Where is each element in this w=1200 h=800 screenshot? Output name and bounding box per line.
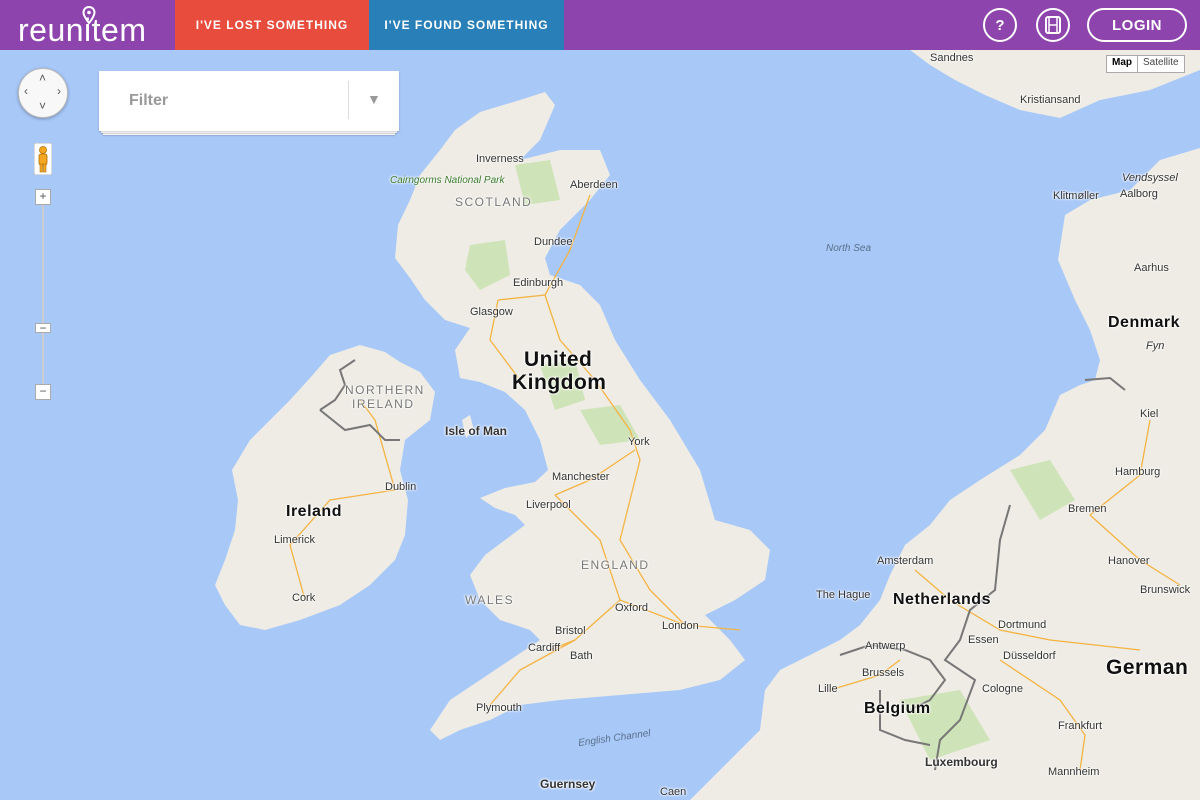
map-label-york: York [628, 436, 650, 448]
map-label-dortmund: Dortmund [998, 619, 1047, 631]
map-type-switcher: Map Satellite [1106, 55, 1185, 73]
map-label-london: London [662, 620, 699, 632]
map-label-cologne: Cologne [982, 683, 1023, 695]
map-label-the-hague: The Hague [816, 589, 871, 601]
map-label-fyn: Fyn [1146, 340, 1165, 352]
map-label-cairngorms: Cairngorms National Park [390, 175, 505, 186]
map-label-hanover: Hanover [1108, 555, 1150, 567]
map-label-mannheim: Mannheim [1048, 766, 1100, 778]
map-label-essen: Essen [968, 634, 999, 646]
map-label-antwerp: Antwerp [865, 640, 906, 652]
map-label-glasgow: Glasgow [470, 306, 513, 318]
zoom-in-button[interactable]: + [35, 189, 51, 205]
map-label-dundee: Dundee [534, 236, 573, 248]
map-type-map-button[interactable]: Map [1107, 56, 1137, 72]
help-button[interactable]: ? [983, 8, 1017, 42]
map-label-aarhus: Aarhus [1134, 262, 1169, 274]
map-label-england: ENGLAND [581, 558, 650, 572]
map-label-netherlands: Netherlands [893, 591, 991, 608]
zoom-out-button[interactable]: − [35, 384, 51, 400]
zoom-slider-handle[interactable]: − [35, 322, 51, 334]
pan-up-icon[interactable]: ˄ [39, 71, 46, 85]
map-label-ireland-ni: IRELAND [352, 397, 415, 411]
filter-divider [348, 81, 349, 119]
pan-left-icon[interactable]: ‹ [24, 84, 28, 98]
map-pan-control[interactable]: ˄ ˅ ‹ › [18, 68, 68, 118]
map-label-dublin: Dublin [385, 481, 417, 493]
map-label-wales: WALES [465, 593, 515, 607]
map-label-scotland: SCOTLAND [455, 195, 533, 209]
dropdown-arrow-icon[interactable]: ▼ [367, 91, 381, 107]
nav-lost-something[interactable]: I'VE LOST SOMETHING [175, 0, 369, 50]
map-label-liverpool: Liverpool [526, 499, 571, 511]
zoom-slider-track[interactable] [42, 196, 44, 392]
map-label-oxford: Oxford [615, 602, 649, 614]
map-label-klitmoller: Klitmøller [1053, 190, 1099, 202]
help-label: ? [995, 16, 1005, 34]
map-label-luxembourg: Luxembourg [925, 755, 998, 769]
map-label-ireland: Ireland [286, 503, 342, 520]
map-canvas[interactable]: Sandnes Kristiansand Vendsyssel Klitmøll… [0, 50, 1200, 800]
map-label-brunswick: Brunswick [1140, 584, 1191, 596]
map-label-bristol: Bristol [555, 625, 586, 637]
video-button[interactable] [1036, 8, 1070, 42]
map-label-plymouth: Plymouth [476, 702, 522, 714]
map-label-brussels: Brussels [862, 667, 905, 679]
map-label-limerick: Limerick [274, 534, 315, 546]
map-label-belgium: Belgium [864, 700, 931, 717]
map-label-aalborg: Aalborg [1120, 188, 1158, 200]
pan-down-icon[interactable]: ˅ [39, 99, 46, 113]
map-label-denmark: Denmark [1108, 314, 1180, 331]
map-label-amsterdam: Amsterdam [877, 555, 934, 567]
map-label-isle-of-man: Isle of Man [445, 424, 508, 438]
map-label-germany: German [1106, 656, 1189, 679]
map-label-kristiansand: Kristiansand [1020, 94, 1081, 106]
map-label-bath: Bath [570, 650, 593, 662]
top-navigation-bar: reunitem I'VE LOST SOMETHING I'VE FOUND … [0, 0, 1200, 50]
pan-right-icon[interactable]: › [57, 84, 61, 98]
map-label-northern: NORTHERN [345, 383, 425, 397]
filter-dropdown[interactable]: Filter ▼ [99, 71, 399, 131]
map-label-dusseldorf: Düsseldorf [1003, 650, 1056, 662]
map-label-hamburg: Hamburg [1115, 466, 1161, 478]
map-label-caen: Caen [660, 786, 687, 798]
map-label-inverness: Inverness [476, 153, 524, 165]
pegman-icon[interactable] [34, 143, 52, 175]
map-label-kiel: Kiel [1140, 408, 1159, 420]
location-pin-icon [82, 6, 96, 24]
map-label-cardiff: Cardiff [528, 642, 561, 654]
map-label-north-sea: North Sea [826, 243, 872, 254]
map-type-satellite-button[interactable]: Satellite [1137, 56, 1184, 72]
map-label-frankfurt: Frankfurt [1058, 720, 1103, 732]
map-label-bremen: Bremen [1068, 503, 1107, 515]
map-label-lille: Lille [818, 683, 838, 695]
map-label-edinburgh: Edinburgh [513, 277, 564, 289]
map-label-kingdom: Kingdom [512, 371, 607, 394]
filter-label: Filter [129, 92, 169, 109]
map-label-cork: Cork [292, 592, 316, 604]
map-label-aberdeen: Aberdeen [570, 179, 618, 191]
map-label-vendsyssel: Vendsyssel [1122, 172, 1178, 184]
nav-found-something[interactable]: I'VE FOUND SOMETHING [369, 0, 564, 50]
map-label-guernsey: Guernsey [540, 777, 596, 791]
map-label-sandnes: Sandnes [930, 52, 974, 64]
film-icon [1045, 16, 1061, 34]
login-button[interactable]: LOGIN [1087, 8, 1187, 42]
map-label-united: United [524, 348, 593, 371]
map-label-manchester: Manchester [552, 471, 610, 483]
